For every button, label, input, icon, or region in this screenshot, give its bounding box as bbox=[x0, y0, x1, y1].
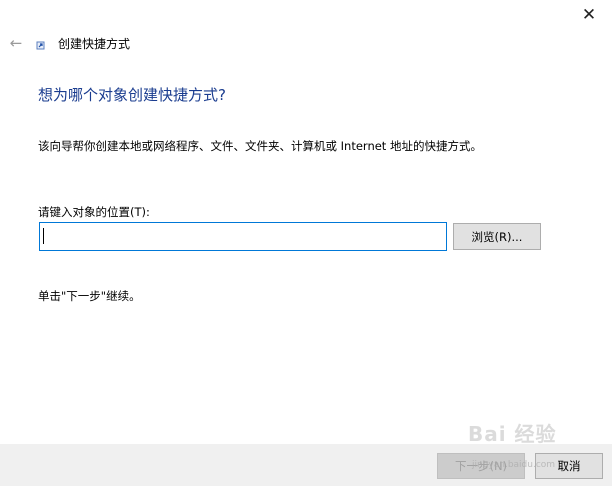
back-button[interactable]: ← bbox=[4, 32, 28, 54]
location-input[interactable] bbox=[39, 222, 447, 251]
watermark-logo: Bai 经验 bbox=[468, 422, 557, 446]
wizard-title: 创建快捷方式 bbox=[58, 37, 131, 51]
shortcut-wizard-icon bbox=[36, 41, 45, 50]
close-button[interactable]: ✕ bbox=[566, 0, 612, 30]
back-arrow-icon: ← bbox=[9, 34, 23, 52]
continue-hint: 单击"下一步"继续。 bbox=[38, 289, 141, 303]
location-label: 请键入对象的位置(T): bbox=[38, 205, 150, 219]
text-caret bbox=[43, 228, 44, 244]
cancel-button[interactable]: 取消 bbox=[535, 453, 603, 479]
browse-button[interactable]: 浏览(R)... bbox=[453, 223, 541, 250]
page-heading: 想为哪个对象创建快捷方式? bbox=[38, 86, 226, 104]
next-button[interactable]: 下一步(N) bbox=[437, 453, 525, 479]
close-icon: ✕ bbox=[581, 5, 597, 25]
wizard-description: 该向导帮你创建本地或网络程序、文件、文件夹、计算机或 Internet 地址的快… bbox=[38, 139, 482, 153]
